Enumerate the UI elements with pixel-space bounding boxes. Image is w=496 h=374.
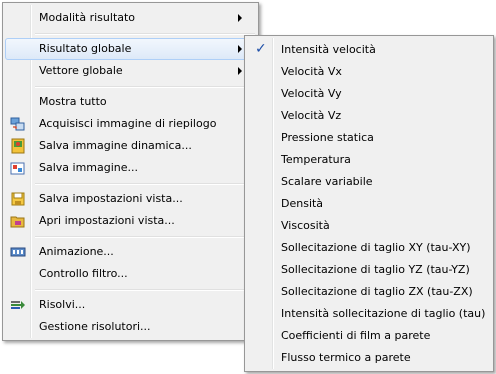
menu-item-label: Scalare variabile bbox=[281, 175, 373, 188]
submenu-arrow-icon bbox=[238, 45, 242, 53]
submenu-item-velocita-vy[interactable]: Velocità Vy bbox=[247, 83, 491, 105]
save-view-settings-icon bbox=[10, 191, 26, 207]
submenu-item-viscosita[interactable]: Viscosità bbox=[247, 215, 491, 237]
menu-item-label: Viscosità bbox=[281, 219, 330, 232]
menu-item-apri-impostazioni-vista[interactable]: Apri impostazioni vista... bbox=[5, 210, 256, 232]
submenu-item-velocita-vz[interactable]: Velocità Vz bbox=[247, 105, 491, 127]
menu-item-label: Salva immagine... bbox=[39, 161, 139, 174]
menu-item-vettore-globale[interactable]: Vettore globale bbox=[5, 60, 256, 82]
menu-item-label: Animazione... bbox=[39, 245, 114, 258]
submenu-item-coefficienti-film[interactable]: Coefficienti di film a parete bbox=[247, 325, 491, 347]
menu-item-label: Controllo filtro... bbox=[39, 267, 128, 280]
menu-separator bbox=[35, 236, 255, 238]
submenu-item-taglio-yz[interactable]: Sollecitazione di taglio YZ (tau-YZ) bbox=[247, 259, 491, 281]
menu-item-salva-immagine[interactable]: Salva immagine... bbox=[5, 157, 256, 179]
checkmark-icon: ✓ bbox=[255, 41, 267, 57]
menu-item-label: Sollecitazione di taglio XY (tau-XY) bbox=[281, 241, 471, 254]
animation-icon bbox=[10, 244, 26, 260]
menu-item-label: Densità bbox=[281, 197, 324, 210]
submenu-arrow-icon bbox=[238, 67, 242, 75]
submenu-item-taglio-xy[interactable]: Sollecitazione di taglio XY (tau-XY) bbox=[247, 237, 491, 259]
menu-item-label: Salva immagine dinamica... bbox=[39, 139, 192, 152]
menu-item-label: Velocità Vz bbox=[281, 109, 342, 122]
menu-item-label: Temperatura bbox=[281, 153, 351, 166]
menu-item-label: Pressione statica bbox=[281, 131, 374, 144]
menu-item-label: Salva impostazioni vista... bbox=[39, 192, 183, 205]
menu-item-salva-immagine-dinamica[interactable]: Salva immagine dinamica... bbox=[5, 135, 256, 157]
save-dynamic-image-icon bbox=[10, 138, 26, 154]
menu-item-label: Apri impostazioni vista... bbox=[39, 214, 175, 227]
menu-item-label: Gestione risolutori... bbox=[39, 320, 151, 333]
menu-item-label: Acquisisci immagine di riepilogo bbox=[39, 117, 217, 130]
submenu-item-pressione-statica[interactable]: Pressione statica bbox=[247, 127, 491, 149]
menu-item-label: Flusso termico a parete bbox=[281, 351, 411, 364]
menu-separator bbox=[35, 33, 255, 35]
menu-item-label: Vettore globale bbox=[39, 64, 123, 77]
menu-item-mostra-tutto[interactable]: Mostra tutto bbox=[5, 91, 256, 113]
menu-item-label: Intensità sollecitazione di taglio (tau) bbox=[281, 307, 486, 320]
risultato-globale-submenu: ✓ Intensità velocità Velocità Vx Velocit… bbox=[244, 35, 494, 372]
submenu-item-intensita-taglio[interactable]: Intensità sollecitazione di taglio (tau) bbox=[247, 303, 491, 325]
menu-item-label: Modalità risultato bbox=[39, 11, 136, 24]
menu-separator bbox=[35, 86, 255, 88]
menu-item-salva-impostazioni-vista[interactable]: Salva impostazioni vista... bbox=[5, 188, 256, 210]
menu-separator bbox=[35, 289, 255, 291]
menu-item-label: Risultato globale bbox=[39, 42, 132, 55]
menu-item-label: Risolvi... bbox=[39, 298, 86, 311]
submenu-item-intensita-velocita[interactable]: ✓ Intensità velocità bbox=[247, 39, 491, 61]
submenu-item-velocita-vx[interactable]: Velocità Vx bbox=[247, 61, 491, 83]
menu-item-risultato-globale[interactable]: Risultato globale bbox=[5, 38, 256, 60]
capture-summary-icon bbox=[10, 116, 26, 132]
menu-item-gestione-risolutori[interactable]: Gestione risolutori... bbox=[5, 316, 256, 338]
menu-item-label: Velocità Vx bbox=[281, 65, 342, 78]
menu-item-controllo-filtro[interactable]: Controllo filtro... bbox=[5, 263, 256, 285]
submenu-item-densita[interactable]: Densità bbox=[247, 193, 491, 215]
submenu-item-scalare-variabile[interactable]: Scalare variabile bbox=[247, 171, 491, 193]
menu-item-label: Velocità Vy bbox=[281, 87, 342, 100]
save-image-icon bbox=[10, 160, 26, 176]
context-menu: Modalità risultato Risultato globale Vet… bbox=[2, 2, 259, 341]
menu-item-label: Sollecitazione di taglio ZX (tau-ZX) bbox=[281, 285, 473, 298]
menu-item-risolvi[interactable]: Risolvi... bbox=[5, 294, 256, 316]
menu-item-label: Mostra tutto bbox=[39, 95, 107, 108]
menu-item-label: Intensità velocità bbox=[281, 43, 376, 56]
menu-separator bbox=[35, 183, 255, 185]
submenu-item-taglio-zx[interactable]: Sollecitazione di taglio ZX (tau-ZX) bbox=[247, 281, 491, 303]
submenu-arrow-icon bbox=[238, 14, 242, 22]
menu-item-label: Coefficienti di film a parete bbox=[281, 329, 431, 342]
submenu-item-flusso-termico[interactable]: Flusso termico a parete bbox=[247, 347, 491, 369]
submenu-item-temperatura[interactable]: Temperatura bbox=[247, 149, 491, 171]
solve-icon bbox=[10, 297, 26, 313]
open-view-settings-icon bbox=[10, 213, 26, 229]
menu-item-acquisisci-immagine[interactable]: Acquisisci immagine di riepilogo bbox=[5, 113, 256, 135]
menu-item-label: Sollecitazione di taglio YZ (tau-YZ) bbox=[281, 263, 470, 276]
menu-item-modalita-risultato[interactable]: Modalità risultato bbox=[5, 7, 256, 29]
menu-item-animazione[interactable]: Animazione... bbox=[5, 241, 256, 263]
